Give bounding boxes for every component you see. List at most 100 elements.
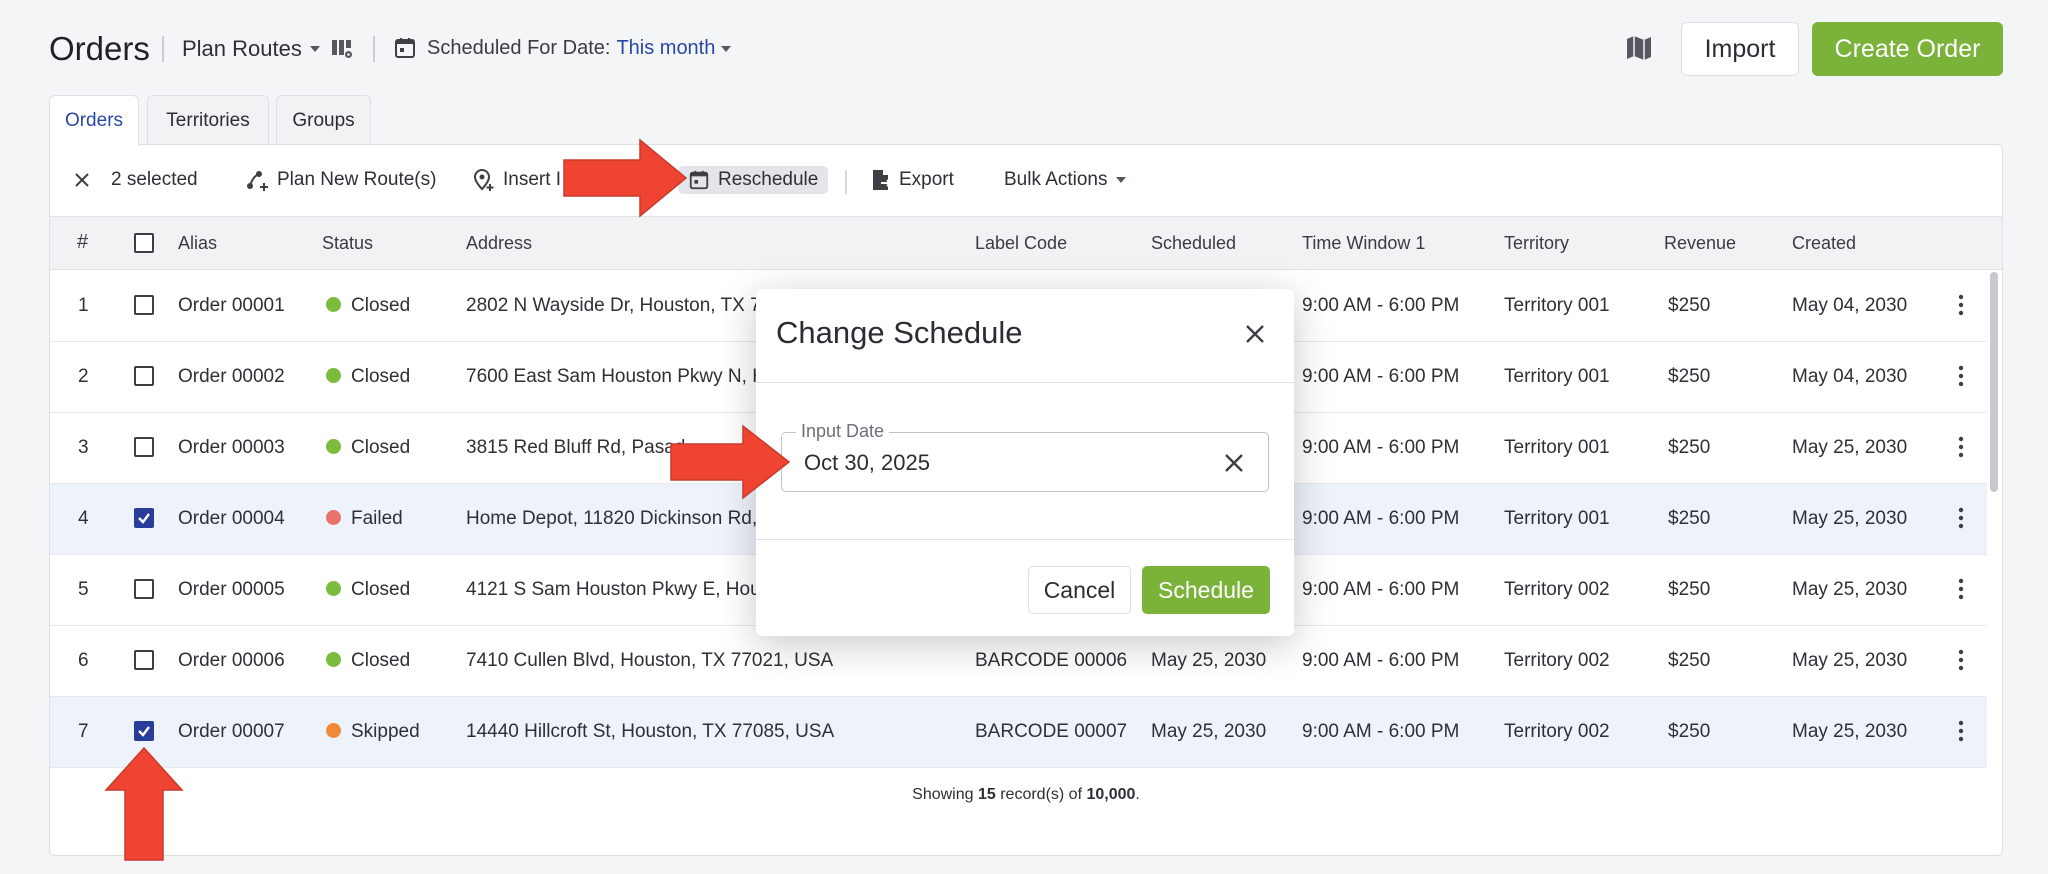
table-scrollbar[interactable] bbox=[1990, 272, 1998, 492]
cell-number: 2 bbox=[78, 366, 89, 387]
row-checkbox[interactable] bbox=[134, 579, 154, 599]
cell-alias[interactable]: Order 00007 bbox=[178, 721, 285, 743]
cell-number: 3 bbox=[78, 437, 89, 458]
row-checkbox[interactable] bbox=[134, 295, 154, 315]
clear-icon[interactable] bbox=[1223, 452, 1245, 474]
row-checkbox[interactable] bbox=[134, 508, 154, 528]
select-all-checkbox[interactable] bbox=[134, 233, 154, 253]
bulk-actions-dropdown[interactable]: Bulk Actions bbox=[1004, 166, 1126, 194]
column-header-time-window[interactable]: Time Window 1 bbox=[1302, 233, 1425, 254]
cell-scheduled: May 25, 2030 bbox=[1151, 650, 1267, 671]
cell-alias[interactable]: Order 00004 bbox=[178, 508, 285, 530]
table-row[interactable]: 6 Closed Order 00006 7410 Cullen Blvd, Hous… bbox=[50, 626, 1987, 697]
input-date-field[interactable]: Input Date Oct 30, 2025 bbox=[781, 421, 1269, 492]
tab-groups[interactable]: Groups bbox=[276, 95, 371, 145]
column-header-status[interactable]: Status bbox=[322, 233, 373, 254]
column-header-revenue[interactable]: Revenue bbox=[1664, 233, 1736, 254]
cell-territory: Territory 001 bbox=[1504, 295, 1610, 316]
plan-new-routes-label: Plan New Route(s) bbox=[277, 169, 437, 190]
reschedule-button[interactable]: Reschedule bbox=[678, 166, 829, 194]
cell-created: May 25, 2030 bbox=[1792, 721, 1908, 742]
more-vert-icon[interactable] bbox=[1958, 506, 1964, 530]
map-icon[interactable] bbox=[1624, 33, 1654, 63]
cell-revenue: $250 bbox=[1668, 579, 1711, 600]
bulk-toolbar: 2 selected Plan New Route(s) Insert I Re… bbox=[49, 144, 2003, 216]
cell-number: 1 bbox=[78, 295, 89, 316]
cell-created: May 25, 2030 bbox=[1792, 650, 1908, 671]
bulk-actions-label: Bulk Actions bbox=[1004, 169, 1108, 190]
insert-into-route-button[interactable]: Insert I bbox=[473, 166, 561, 194]
row-checkbox[interactable] bbox=[134, 650, 154, 670]
record-count-suffix: . bbox=[1135, 786, 1140, 803]
input-date-value: Oct 30, 2025 bbox=[804, 450, 930, 475]
status-dot-icon bbox=[326, 723, 341, 738]
status-dot-icon bbox=[326, 297, 341, 312]
chevron-down-icon bbox=[721, 45, 732, 52]
divider bbox=[756, 382, 1294, 383]
divider bbox=[162, 36, 164, 62]
cell-revenue: $250 bbox=[1668, 508, 1711, 529]
table-row[interactable]: 7 Skipped Order 00007 14440 Hillcroft St, H… bbox=[50, 697, 1987, 768]
cell-status: Closed bbox=[326, 437, 410, 459]
status-label: Closed bbox=[351, 650, 411, 671]
checkmark-icon bbox=[138, 726, 150, 737]
column-header-scheduled[interactable]: Scheduled bbox=[1151, 233, 1236, 254]
cell-status: Closed bbox=[326, 579, 410, 601]
create-order-button[interactable]: Create Order bbox=[1812, 22, 2003, 76]
more-vert-icon[interactable] bbox=[1958, 435, 1964, 459]
tab-orders[interactable]: Orders bbox=[49, 95, 139, 146]
column-header-label-code[interactable]: Label Code bbox=[975, 233, 1067, 254]
plan-routes-dropdown[interactable]: Plan Routes bbox=[182, 36, 320, 62]
location-plus-icon bbox=[473, 168, 494, 191]
schedule-button[interactable]: Schedule bbox=[1142, 566, 1270, 614]
record-count: Showing 15 record(s) of 10,000. bbox=[50, 786, 2002, 804]
cell-scheduled: May 25, 2030 bbox=[1151, 721, 1267, 742]
record-count-total: 10,000 bbox=[1086, 786, 1136, 803]
status-dot-icon bbox=[326, 581, 341, 596]
row-checkbox[interactable] bbox=[134, 366, 154, 386]
column-header-created[interactable]: Created bbox=[1792, 233, 1856, 254]
more-vert-icon[interactable] bbox=[1958, 648, 1964, 672]
column-header-territory[interactable]: Territory bbox=[1504, 233, 1569, 254]
divider bbox=[373, 36, 375, 62]
clear-selection-button[interactable]: 2 selected bbox=[73, 166, 198, 194]
cancel-button[interactable]: Cancel bbox=[1028, 566, 1131, 614]
more-vert-icon[interactable] bbox=[1958, 577, 1964, 601]
layout-settings-icon[interactable] bbox=[330, 37, 354, 61]
chevron-down-icon bbox=[1115, 177, 1126, 183]
cell-created: May 25, 2030 bbox=[1792, 437, 1908, 458]
more-vert-icon[interactable] bbox=[1958, 719, 1964, 743]
import-button[interactable]: Import bbox=[1681, 22, 1799, 76]
annotation-arrow-date bbox=[670, 424, 791, 500]
cell-number: 7 bbox=[78, 721, 89, 742]
cell-status: Closed bbox=[326, 366, 410, 388]
cell-alias[interactable]: Order 00006 bbox=[178, 650, 285, 672]
plan-new-routes-button[interactable]: Plan New Route(s) bbox=[245, 166, 436, 194]
page-header: Orders Plan Routes Scheduled For Date: T… bbox=[0, 0, 2048, 96]
record-count-middle: record(s) of bbox=[995, 786, 1087, 803]
cell-address: 2802 N Wayside Dr, Houston, TX 77 bbox=[466, 295, 772, 316]
row-checkbox[interactable] bbox=[134, 437, 154, 457]
column-header-alias[interactable]: Alias bbox=[178, 233, 217, 254]
dialog-title: Change Schedule bbox=[776, 315, 1023, 350]
route-plus-icon bbox=[247, 171, 268, 191]
status-label: Closed bbox=[351, 366, 411, 387]
cell-label-code: BARCODE 00007 bbox=[975, 721, 1128, 742]
row-checkbox[interactable] bbox=[134, 721, 154, 741]
cell-status: Closed bbox=[326, 650, 410, 672]
more-vert-icon[interactable] bbox=[1958, 293, 1964, 317]
more-vert-icon[interactable] bbox=[1958, 364, 1964, 388]
scheduled-date-filter[interactable]: Scheduled For Date: This month bbox=[427, 37, 732, 60]
cell-territory: Territory 001 bbox=[1504, 366, 1610, 387]
status-label: Skipped bbox=[351, 721, 420, 742]
cell-alias[interactable]: Order 00001 bbox=[178, 295, 285, 317]
export-button[interactable]: Export bbox=[871, 166, 954, 194]
cell-time-window: 9:00 AM - 6:00 PM bbox=[1302, 295, 1460, 316]
cell-alias[interactable]: Order 00003 bbox=[178, 437, 285, 459]
column-header-address[interactable]: Address bbox=[466, 233, 532, 254]
close-icon[interactable] bbox=[1244, 323, 1266, 345]
tab-territories[interactable]: Territories bbox=[147, 95, 269, 145]
cell-alias[interactable]: Order 00002 bbox=[178, 366, 285, 388]
cell-status: Failed bbox=[326, 508, 403, 530]
cell-alias[interactable]: Order 00005 bbox=[178, 579, 285, 601]
